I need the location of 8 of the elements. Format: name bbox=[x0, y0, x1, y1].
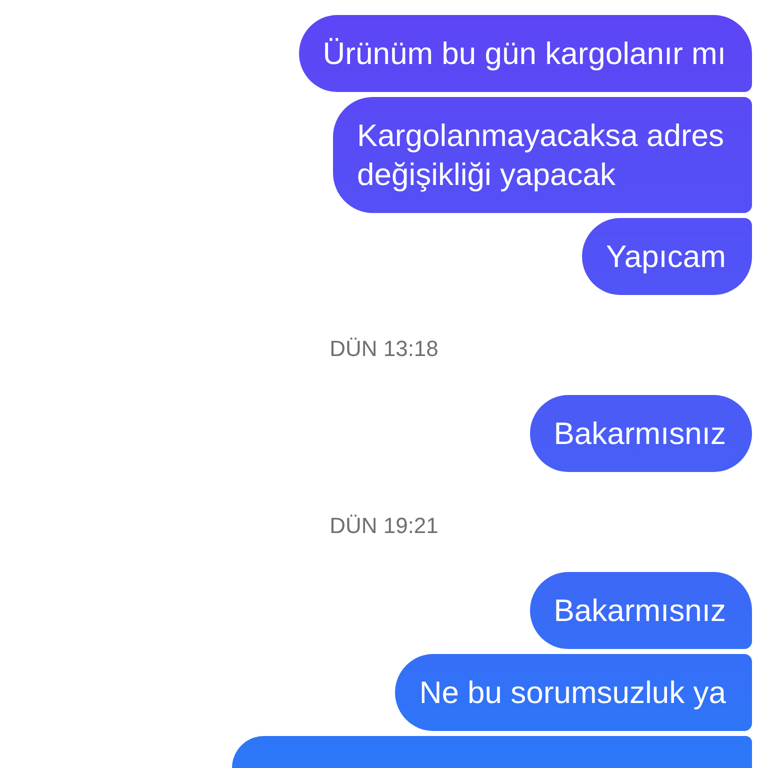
message-bubble: Yapıcam bbox=[582, 218, 752, 295]
message-bubble: Bakarmısnız bbox=[530, 395, 752, 472]
message-bubble: Ne bu sorumsuzluk ya bbox=[395, 654, 752, 731]
message-bubble: Bakarmısnız bbox=[530, 572, 752, 649]
message-bubble: Ürünüm bu gün kargolanır mı bbox=[298, 15, 752, 92]
timestamp: DÜN 19:21 bbox=[328, 514, 440, 538]
timestamp: DÜN 13:18 bbox=[328, 337, 440, 361]
message-bubble: Kargolanmayacaksa adres değişikliği yapacak bbox=[333, 97, 752, 213]
